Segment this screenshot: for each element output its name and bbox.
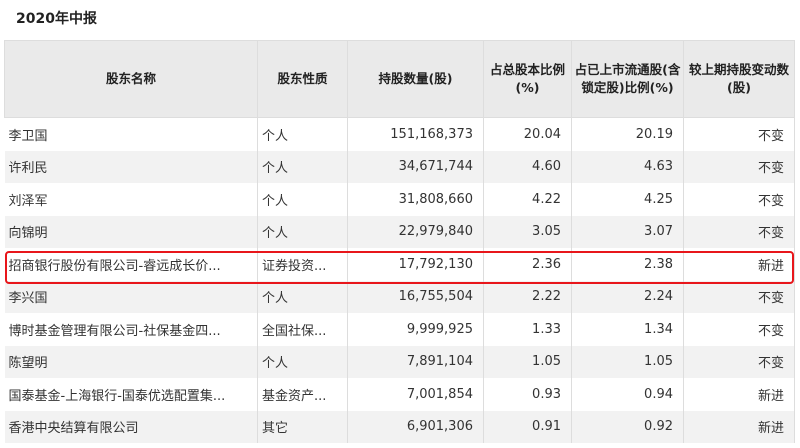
holder-name-cell: 国泰基金-上海银行-国泰优选配置集... [4, 378, 258, 411]
holder-name-cell: 陈望明 [4, 345, 258, 378]
float-ratio-cell: 2.38 [571, 248, 684, 281]
holder-name-cell: 李兴国 [4, 280, 258, 313]
table-row: 博时基金管理有限公司-社保基金四... 全国社保... 9,999,925 1.33 1… [4, 313, 795, 346]
shareholders-table: 股东名称 股东性质 持股数量(股) 占总股本比例(%) 占已上市流通股(含锁定股)比例(… [4, 40, 795, 443]
holder-name-cell: 刘泽军 [4, 183, 258, 216]
table-row: 李兴国 个人 16,755,504 2.22 2.24 不变 [4, 280, 795, 313]
holder-type-cell: 个人 [257, 117, 348, 151]
header-float-ratio: 占已上市流通股(含锁定股)比例(%) [571, 40, 684, 118]
holder-type-cell: 证券投资... [257, 248, 348, 281]
header-holder-type: 股东性质 [257, 40, 348, 118]
change-cell: 不变 [683, 313, 795, 346]
total-ratio-cell: 4.60 [483, 150, 572, 183]
change-cell: 新进 [683, 410, 795, 443]
change-cell: 新进 [683, 378, 795, 411]
holder-type-cell: 个人 [257, 183, 348, 216]
shares-cell: 9,999,925 [347, 313, 484, 346]
holder-name-cell: 香港中央结算有限公司 [4, 410, 258, 443]
header-shares: 持股数量(股) [347, 40, 484, 118]
shares-cell: 31,808,660 [347, 183, 484, 216]
table-row: 国泰基金-上海银行-国泰优选配置集... 基金资产... 7,001,854 0.93… [4, 378, 795, 411]
total-ratio-cell: 2.36 [483, 248, 572, 281]
float-ratio-cell: 1.34 [571, 313, 684, 346]
report-title: 2020年中报 [16, 11, 97, 27]
total-ratio-cell: 3.05 [483, 215, 572, 248]
shares-cell: 6,901,306 [347, 410, 484, 443]
header-holder-name: 股东名称 [4, 40, 258, 118]
table-row: 向锦明 个人 22,979,840 3.05 3.07 不变 [4, 215, 795, 248]
shares-cell: 34,671,744 [347, 150, 484, 183]
float-ratio-cell: 4.63 [571, 150, 684, 183]
shares-cell: 7,891,104 [347, 345, 484, 378]
float-ratio-cell: 4.25 [571, 183, 684, 216]
table-row: 刘泽军 个人 31,808,660 4.22 4.25 不变 [4, 183, 795, 216]
shares-cell: 151,168,373 [347, 117, 484, 151]
float-ratio-cell: 3.07 [571, 215, 684, 248]
holder-type-cell: 基金资产... [257, 378, 348, 411]
holder-type-cell: 个人 [257, 150, 348, 183]
shares-cell: 17,792,130 [347, 248, 484, 281]
table-row: 招商银行股份有限公司-睿远成长价... 证券投资... 17,792,130 2.36… [4, 248, 795, 281]
holder-name-cell: 招商银行股份有限公司-睿远成长价... [4, 248, 258, 281]
holder-type-cell: 全国社保... [257, 313, 348, 346]
total-ratio-cell: 1.05 [483, 345, 572, 378]
total-ratio-cell: 0.91 [483, 410, 572, 443]
table-row: 香港中央结算有限公司 其它 6,901,306 0.91 0.92 新进 [4, 410, 795, 443]
float-ratio-cell: 0.94 [571, 378, 684, 411]
change-cell: 新进 [683, 248, 795, 281]
change-cell: 不变 [683, 150, 795, 183]
change-cell: 不变 [683, 280, 795, 313]
float-ratio-cell: 2.24 [571, 280, 684, 313]
holder-type-cell: 个人 [257, 345, 348, 378]
change-cell: 不变 [683, 345, 795, 378]
holder-name-cell: 许利民 [4, 150, 258, 183]
total-ratio-cell: 0.93 [483, 378, 572, 411]
change-cell: 不变 [683, 183, 795, 216]
shares-cell: 16,755,504 [347, 280, 484, 313]
holder-type-cell: 其它 [257, 410, 348, 443]
header-change: 较上期持股变动数(股) [683, 40, 795, 118]
holder-name-cell: 李卫国 [4, 117, 258, 151]
total-ratio-cell: 1.33 [483, 313, 572, 346]
float-ratio-cell: 0.92 [571, 410, 684, 443]
holder-type-cell: 个人 [257, 215, 348, 248]
shares-cell: 22,979,840 [347, 215, 484, 248]
table-row: 许利民 个人 34,671,744 4.60 4.63 不变 [4, 150, 795, 183]
table-row: 李卫国 个人 151,168,373 20.04 20.19 不变 [4, 117, 795, 151]
change-cell: 不变 [683, 215, 795, 248]
shares-cell: 7,001,854 [347, 378, 484, 411]
holder-type-cell: 个人 [257, 280, 348, 313]
float-ratio-cell: 20.19 [571, 117, 684, 151]
holder-name-cell: 博时基金管理有限公司-社保基金四... [4, 313, 258, 346]
total-ratio-cell: 4.22 [483, 183, 572, 216]
header-total-ratio: 占总股本比例(%) [483, 40, 572, 118]
total-ratio-cell: 20.04 [483, 117, 572, 151]
float-ratio-cell: 1.05 [571, 345, 684, 378]
change-cell: 不变 [683, 117, 795, 151]
total-ratio-cell: 2.22 [483, 280, 572, 313]
holder-name-cell: 向锦明 [4, 215, 258, 248]
table-row: 陈望明 个人 7,891,104 1.05 1.05 不变 [4, 345, 795, 378]
